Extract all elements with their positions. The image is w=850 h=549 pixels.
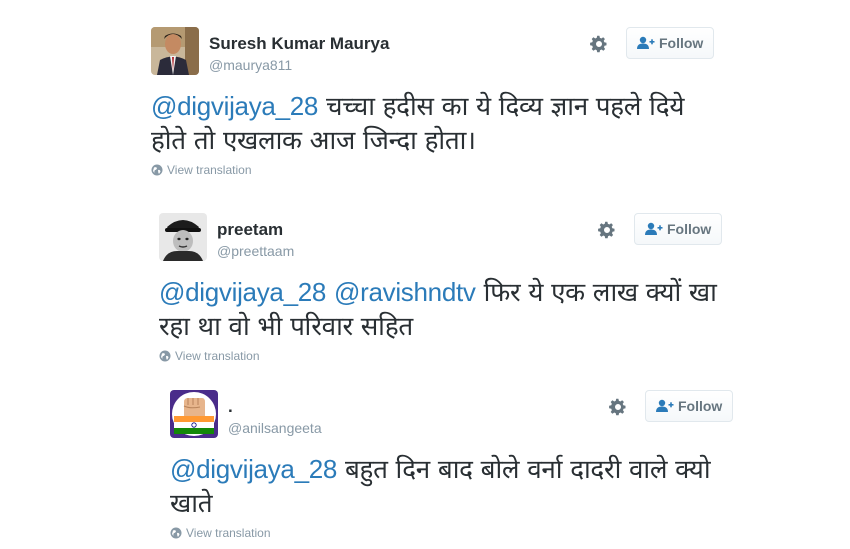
avatar[interactable] (170, 390, 218, 438)
follow-person-plus-icon (656, 399, 674, 412)
view-translation-label: View translation (175, 349, 260, 363)
follow-label: Follow (667, 221, 712, 237)
gear-icon[interactable] (589, 34, 609, 54)
globe-icon (151, 164, 163, 176)
bw-person-hat-photo-icon (159, 213, 207, 261)
user-handle[interactable]: @preettaam (217, 243, 294, 259)
user-handle[interactable]: @maurya811 (209, 57, 292, 73)
gear-icon[interactable] (597, 220, 617, 240)
follow-person-plus-icon (637, 36, 655, 49)
follow-label: Follow (678, 398, 723, 414)
tweet-text: @digvijaya_28 चच्चा हदीस का ये दिव्य ज्ञ… (151, 89, 711, 158)
mention-link[interactable]: @digvijaya_28 (170, 454, 337, 484)
globe-icon (170, 527, 182, 539)
tweet-text: @digvijaya_28 बहुत दिन बाद बोले वर्ना दा… (170, 452, 730, 521)
tweet-card: preetam @preettaam Follow @digvijaya_28 … (159, 213, 759, 373)
follow-button[interactable]: Follow (634, 213, 723, 245)
mention-link[interactable]: @ravishndtv (334, 277, 476, 307)
fist-tricolor-flag-icon (170, 390, 218, 438)
view-translation-link[interactable]: View translation (159, 349, 260, 363)
view-translation-link[interactable]: View translation (151, 163, 252, 177)
mention-link[interactable]: @digvijaya_28 (151, 91, 318, 121)
person-photo-icon (151, 27, 199, 75)
display-name[interactable]: . (228, 397, 233, 417)
tweet-card: . @anilsangeeta Follow @digvijaya_28 बहु… (170, 390, 770, 549)
view-translation-label: View translation (186, 526, 271, 540)
follow-button[interactable]: Follow (645, 390, 734, 422)
avatar[interactable] (151, 27, 199, 75)
view-translation-label: View translation (167, 163, 252, 177)
globe-icon (159, 350, 171, 362)
user-handle[interactable]: @anilsangeeta (228, 420, 322, 436)
gear-icon[interactable] (608, 397, 628, 417)
mention-link[interactable]: @digvijaya_28 (159, 277, 326, 307)
tweet-text: @digvijaya_28 @ravishndtv फिर ये एक लाख … (159, 275, 719, 344)
display-name[interactable]: Suresh Kumar Maurya (209, 34, 389, 54)
follow-label: Follow (659, 35, 704, 51)
tweet-card: Suresh Kumar Maurya @maurya811 Follow @d… (151, 27, 751, 187)
follow-person-plus-icon (645, 222, 663, 235)
avatar[interactable] (159, 213, 207, 261)
view-translation-link[interactable]: View translation (170, 526, 271, 540)
display-name[interactable]: preetam (217, 220, 283, 240)
follow-button[interactable]: Follow (626, 27, 715, 59)
